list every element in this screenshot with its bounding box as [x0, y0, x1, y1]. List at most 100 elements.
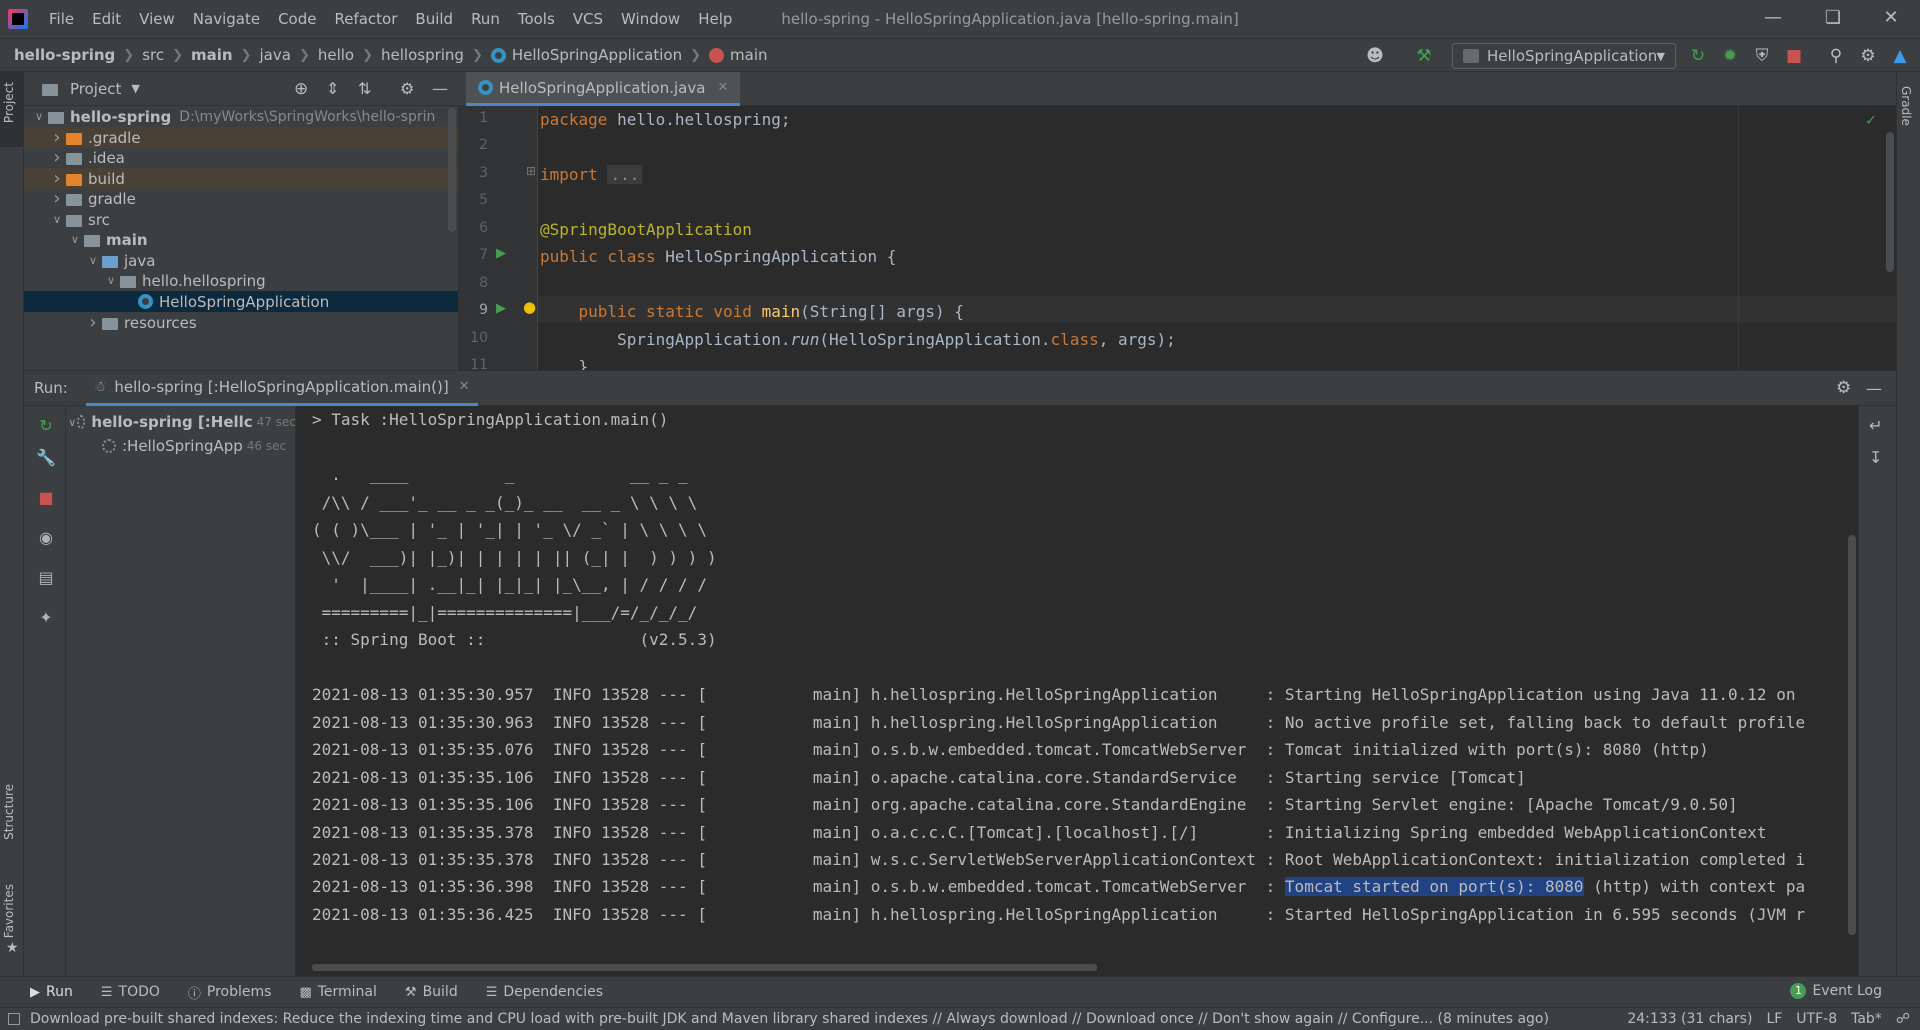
- search-icon[interactable]: ⚲: [1826, 46, 1846, 66]
- close-tab-icon[interactable]: ✕: [459, 379, 470, 394]
- tree-item[interactable]: › .idea: [24, 147, 458, 168]
- chevron-down-icon[interactable]: ∨: [102, 274, 120, 287]
- caret-position[interactable]: 24:133 (31 chars): [1627, 1011, 1752, 1027]
- tree-item[interactable]: ∨ hello.hellospring: [24, 270, 458, 291]
- restore-icon[interactable]: ❏: [1804, 0, 1862, 38]
- lock-icon[interactable]: ☍: [1896, 1011, 1910, 1027]
- coverage-icon[interactable]: ⛨: [1752, 46, 1772, 66]
- tool-tab-build[interactable]: ⚒ Build: [405, 984, 458, 1000]
- close-icon[interactable]: ✕: [1862, 0, 1920, 38]
- hide-icon[interactable]: —: [1866, 379, 1882, 398]
- status-message[interactable]: Download pre-built shared indexes: Reduc…: [30, 1011, 1549, 1027]
- scroll-to-end-icon[interactable]: ↧: [1869, 448, 1882, 467]
- plugin-icon[interactable]: ▲: [1890, 46, 1910, 66]
- breadcrumb-hellospring[interactable]: hellospring: [381, 46, 464, 64]
- chevron-right-icon[interactable]: ›: [48, 147, 66, 168]
- menu-run[interactable]: Run: [462, 0, 509, 38]
- lightbulb-icon[interactable]: ●: [523, 298, 536, 316]
- menu-code[interactable]: Code: [269, 0, 325, 38]
- chevron-right-icon[interactable]: ›: [48, 188, 66, 209]
- close-tab-icon[interactable]: ✕: [717, 80, 728, 95]
- breadcrumb-hello[interactable]: hello: [318, 46, 354, 64]
- collapse-all-icon[interactable]: ⇅: [358, 79, 371, 98]
- tree-item[interactable]: ∨ hello-spring D:\myWorks\SpringWorks\hell…: [24, 106, 458, 127]
- wrench-icon[interactable]: 🔧: [36, 448, 56, 468]
- tree-item[interactable]: HelloSpringApplication: [24, 291, 458, 312]
- build-hammer-icon[interactable]: ⚒: [1414, 46, 1434, 66]
- chevron-down-icon[interactable]: ∨: [66, 233, 84, 246]
- chevron-down-icon[interactable]: ∨: [48, 213, 66, 226]
- tree-item[interactable]: › resources: [24, 312, 458, 333]
- event-log-button[interactable]: 1 Event Log: [1790, 983, 1882, 999]
- soft-wrap-icon[interactable]: ↵: [1869, 416, 1882, 435]
- console-scrollbar[interactable]: [1848, 535, 1856, 935]
- run-gutter-icon[interactable]: ▶: [496, 246, 506, 261]
- file-encoding[interactable]: UTF-8: [1796, 1011, 1837, 1027]
- tree-scrollbar[interactable]: [448, 108, 456, 232]
- run-gutter-icon[interactable]: ▶: [496, 301, 506, 316]
- stop-icon[interactable]: ■: [1784, 46, 1804, 66]
- breadcrumb-method[interactable]: main: [709, 46, 768, 64]
- menu-help[interactable]: Help: [689, 0, 741, 38]
- gradle-tool-tab[interactable]: Gradle: [1899, 86, 1913, 126]
- menu-file[interactable]: File: [40, 0, 83, 38]
- debug-icon[interactable]: ✹: [1720, 46, 1740, 66]
- breadcrumb-project[interactable]: hello-spring: [14, 46, 115, 64]
- tool-tab-dependencies[interactable]: ☰ Dependencies: [486, 984, 603, 1000]
- breadcrumb-class[interactable]: HelloSpringApplication: [490, 46, 682, 64]
- console-horizontal-scrollbar[interactable]: [312, 964, 1097, 971]
- chevron-down-icon[interactable]: ∨: [84, 254, 102, 267]
- editor-tab-hellospringapplication[interactable]: HelloSpringApplication.java ✕: [466, 72, 741, 106]
- chevron-down-icon[interactable]: ▼: [131, 82, 139, 95]
- layout-icon[interactable]: ▤: [36, 568, 56, 588]
- no-problems-check-icon[interactable]: ✓: [1866, 110, 1876, 129]
- minimize-icon[interactable]: —: [1744, 0, 1802, 38]
- tree-item[interactable]: ∨ main: [24, 229, 458, 250]
- tool-tab-terminal[interactable]: ▩ Terminal: [299, 984, 376, 1000]
- breadcrumb-java[interactable]: java: [260, 46, 291, 64]
- settings-icon[interactable]: ⚙: [1858, 46, 1878, 66]
- chevron-right-icon[interactable]: ›: [48, 168, 66, 189]
- chevron-right-icon[interactable]: ›: [84, 312, 102, 333]
- hide-icon[interactable]: —: [432, 79, 448, 98]
- chevron-right-icon[interactable]: ›: [48, 127, 66, 148]
- expand-all-icon[interactable]: ⇕: [326, 79, 339, 98]
- user-icon[interactable]: ☻: [1365, 46, 1385, 66]
- menu-edit[interactable]: Edit: [83, 0, 130, 38]
- line-separator[interactable]: LF: [1766, 1011, 1782, 1027]
- tool-tab-todo[interactable]: ☰ TODO: [101, 984, 160, 1000]
- stop-icon[interactable]: ■: [36, 488, 56, 508]
- run-configuration-select[interactable]: HelloSpringApplication ▼: [1452, 43, 1676, 69]
- tool-tab-run[interactable]: ▶ Run: [30, 984, 73, 1000]
- favorites-tool-tab[interactable]: Favorites: [2, 884, 16, 938]
- structure-tool-tab[interactable]: Structure: [2, 784, 16, 840]
- menu-navigate[interactable]: Navigate: [184, 0, 269, 38]
- menu-build[interactable]: Build: [406, 0, 462, 38]
- gear-icon[interactable]: ⚙: [400, 79, 414, 98]
- tree-item[interactable]: ∨ java: [24, 250, 458, 271]
- chevron-down-icon[interactable]: ∨: [68, 416, 77, 429]
- project-tool-tab[interactable]: Project: [2, 82, 16, 123]
- indent-setting[interactable]: Tab*: [1851, 1011, 1882, 1027]
- chevron-down-icon[interactable]: ∨: [30, 110, 48, 123]
- locate-icon[interactable]: ⊕: [294, 79, 308, 99]
- gear-icon[interactable]: ⚙: [1836, 378, 1851, 398]
- run-console[interactable]: > Task :HelloSpringApplication.main() . …: [296, 406, 1858, 976]
- tool-tab-problems[interactable]: ⓘ Problems: [188, 983, 272, 1002]
- breadcrumb-src[interactable]: src: [142, 46, 164, 64]
- project-view-title[interactable]: Project: [70, 80, 121, 98]
- menu-view[interactable]: View: [130, 0, 184, 38]
- fold-icon[interactable]: ⊞: [526, 164, 536, 178]
- run-tree-item[interactable]: ∨ hello-spring [:Hellc 47 sec: [66, 410, 296, 434]
- code-editor[interactable]: package hello.hellospring; import ... @S…: [538, 106, 1896, 370]
- pin-icon[interactable]: ✦: [36, 608, 56, 628]
- menu-vcs[interactable]: VCS: [564, 0, 612, 38]
- breadcrumb-main[interactable]: main: [191, 46, 233, 64]
- toggle-tool-windows-icon[interactable]: [8, 1013, 20, 1025]
- eye-icon[interactable]: ◉: [36, 528, 56, 548]
- menu-tools[interactable]: Tools: [509, 0, 564, 38]
- menu-window[interactable]: Window: [612, 0, 689, 38]
- run-tab[interactable]: ☃ hello-spring [:HelloSpringApplication.…: [85, 370, 478, 406]
- editor-scrollbar[interactable]: [1886, 132, 1894, 272]
- tree-item[interactable]: › .gradle: [24, 127, 458, 148]
